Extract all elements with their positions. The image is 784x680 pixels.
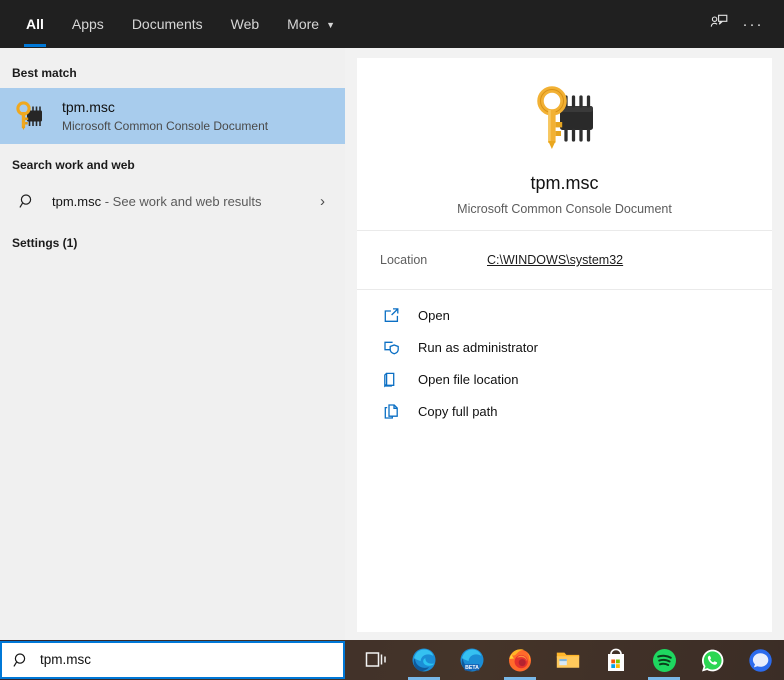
- tab-apps-label: Apps: [71, 16, 104, 32]
- feedback-person-icon: [709, 12, 729, 37]
- folder-icon: [383, 369, 405, 389]
- action-run-as-administrator[interactable]: Run as administrator: [357, 331, 772, 363]
- preview-title: tpm.msc: [530, 173, 599, 193]
- web-result-description: - See work and web results: [101, 193, 262, 209]
- microsoft-store-icon: [603, 647, 629, 673]
- chevron-right-icon: ›: [320, 192, 325, 210]
- file-explorer-icon: [555, 647, 581, 673]
- preview-pane: tpm.msc Microsoft Common Console Documen…: [357, 58, 772, 632]
- best-match-title: tpm.msc: [62, 98, 115, 115]
- copy-icon: [383, 401, 405, 421]
- taskbar-button-firefox[interactable]: [496, 640, 544, 680]
- shield-run-icon: [383, 337, 405, 357]
- web-result-row[interactable]: tpm.msc - See work and web results ›: [0, 180, 345, 222]
- search-header-bar: All Apps Documents Web More ▼ ···: [0, 0, 784, 48]
- microsoft-edge-beta-icon: BETA: [459, 647, 485, 673]
- tab-web[interactable]: Web: [217, 0, 274, 48]
- tab-documents[interactable]: Documents: [118, 0, 217, 48]
- task-view-icon: [363, 647, 389, 673]
- location-row: Location C:\WINDOWS\system32: [357, 231, 772, 289]
- preview-hero: tpm.msc Microsoft Common Console Documen…: [357, 58, 772, 230]
- search-input[interactable]: tpm.msc: [40, 651, 91, 669]
- tab-active-underline: [24, 44, 46, 47]
- taskbar-button-microsoft-edge-beta[interactable]: BETA: [448, 640, 496, 680]
- taskbar-button-microsoft-edge[interactable]: [400, 640, 448, 680]
- tab-web-label: Web: [230, 16, 260, 32]
- action-copy-full-path[interactable]: Copy full path: [357, 395, 772, 427]
- firefox-icon: [507, 647, 533, 673]
- action-open-label: Open: [418, 307, 450, 323]
- signal-icon: [747, 647, 773, 673]
- tab-all-label: All: [26, 16, 44, 32]
- search-work-web-section-header: Search work and web: [12, 158, 135, 172]
- action-copy-full-path-label: Copy full path: [418, 403, 498, 419]
- taskbar-button-whatsapp[interactable]: [688, 640, 736, 680]
- tab-documents-label: Documents: [131, 16, 203, 32]
- results-pane: Best match tpm.msc Microsoft Common Cons…: [0, 48, 345, 640]
- action-open-file-location-label: Open file location: [418, 371, 519, 387]
- more-options-button[interactable]: ···: [736, 7, 770, 41]
- best-match-result-tpm-msc[interactable]: tpm.msc Microsoft Common Console Documen…: [0, 88, 345, 144]
- taskbar-search-box[interactable]: tpm.msc: [0, 641, 345, 679]
- search-icon: [12, 193, 42, 210]
- spotify-icon: [651, 647, 677, 673]
- best-match-section-header: Best match: [12, 66, 77, 80]
- feedback-button[interactable]: [702, 7, 736, 41]
- svg-text:BETA: BETA: [465, 665, 479, 671]
- location-link[interactable]: C:\WINDOWS\system32: [487, 253, 623, 267]
- taskbar-button-task-view[interactable]: [352, 640, 400, 680]
- taskbar-button-spotify[interactable]: [640, 640, 688, 680]
- tpm-key-chip-icon: [527, 80, 603, 156]
- header-actions: ···: [702, 0, 784, 48]
- settings-section-header: Settings (1): [12, 236, 78, 250]
- web-result-query: tpm.msc: [52, 193, 102, 209]
- tpm-key-chip-icon: [12, 98, 48, 134]
- taskbar-icon-strip: BETA: [352, 640, 784, 680]
- tab-more-label: More: [287, 16, 320, 32]
- search-icon: [2, 652, 40, 669]
- location-label: Location: [380, 253, 428, 267]
- action-open[interactable]: Open: [357, 299, 772, 331]
- best-match-subtitle: Microsoft Common Console Document: [62, 118, 269, 133]
- whatsapp-icon: [699, 647, 725, 673]
- preview-actions: Open Run as administrator Open file loca…: [357, 290, 772, 427]
- tab-more[interactable]: More ▼: [273, 0, 349, 48]
- windows-search-flyout: All Apps Documents Web More ▼ ··· Best m…: [0, 0, 784, 640]
- ellipsis-icon: ···: [742, 15, 764, 33]
- tab-apps[interactable]: Apps: [58, 0, 118, 48]
- chevron-down-icon: ▼: [326, 19, 335, 30]
- open-external-icon: [383, 305, 405, 325]
- best-match-text: tpm.msc Microsoft Common Console Documen…: [62, 99, 268, 134]
- taskbar-button-microsoft-store[interactable]: [592, 640, 640, 680]
- microsoft-edge-icon: [411, 647, 437, 673]
- taskbar-button-file-explorer[interactable]: [544, 640, 592, 680]
- preview-subtitle: Microsoft Common Console Document: [457, 202, 672, 216]
- action-run-as-administrator-label: Run as administrator: [418, 339, 538, 355]
- tab-all[interactable]: All: [12, 0, 58, 48]
- web-result-label: tpm.msc - See work and web results: [52, 194, 262, 209]
- taskbar-button-signal[interactable]: [736, 640, 784, 680]
- action-open-file-location[interactable]: Open file location: [357, 363, 772, 395]
- search-tab-strip: All Apps Documents Web More ▼: [0, 0, 349, 48]
